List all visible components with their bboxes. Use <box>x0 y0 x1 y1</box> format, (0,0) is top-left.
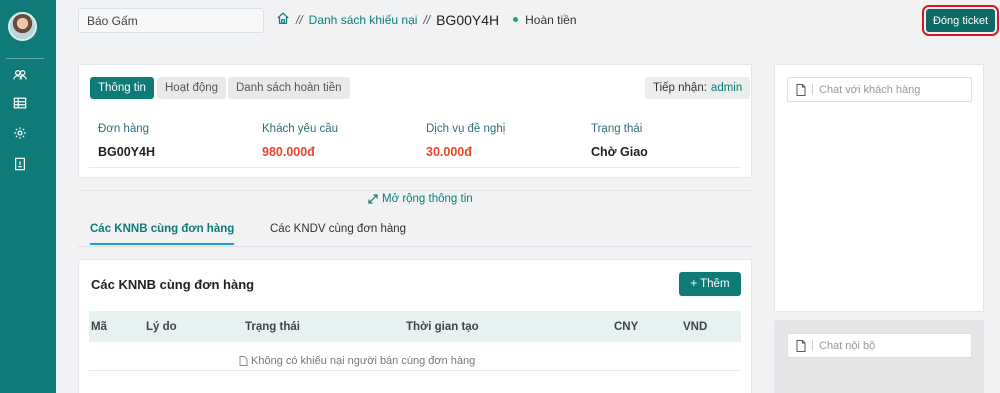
receiver-label: Tiếp nhận: <box>653 82 707 94</box>
input-divider <box>812 340 813 351</box>
home-icon[interactable] <box>276 11 290 28</box>
document-icon[interactable] <box>0 151 40 177</box>
column-header-code[interactable]: Mã <box>91 321 107 333</box>
proposed-service-label: Dịch vụ đề nghị <box>426 123 506 135</box>
input-divider <box>812 84 813 95</box>
divider <box>89 370 741 371</box>
customer-chat-input[interactable]: Chat với khách hàng <box>787 77 972 102</box>
breadcrumb-link-complaints[interactable]: Danh sách khiếu nại <box>309 13 418 27</box>
breadcrumb-separator: // <box>423 12 431 27</box>
breadcrumb: // Danh sách khiếu nại // BG00Y4H Hoàn t… <box>276 11 577 28</box>
users-icon[interactable] <box>0 62 40 88</box>
sub-tabs: Các KNNB cùng đơn hàng Các KNDV cùng đơn… <box>78 223 752 247</box>
internal-chat-placeholder: Chat nội bộ <box>819 339 876 352</box>
internal-chat-panel: Chat nội bộ <box>774 320 984 393</box>
breadcrumb-separator: // <box>296 12 303 27</box>
receiver-badge: Tiếp nhận: admin <box>645 77 751 99</box>
customer-chat-panel: Chat với khách hàng <box>774 64 984 312</box>
order-status-value: Chờ Giao <box>591 145 648 159</box>
close-ticket-button[interactable]: Đóng ticket <box>922 5 999 36</box>
table-icon[interactable] <box>0 90 40 116</box>
tab-knnb-same-order[interactable]: Các KNNB cùng đơn hàng <box>90 223 235 245</box>
gear-icon[interactable] <box>0 120 40 146</box>
search-input[interactable]: Báo Gấm <box>78 8 264 33</box>
table-header: Mã Lý do Trạng thái Thời gian tạo CNY VN… <box>89 311 741 342</box>
divider <box>78 190 752 191</box>
internal-chat-input[interactable]: Chat nội bộ <box>787 333 972 358</box>
file-icon[interactable] <box>796 83 806 96</box>
expand-info-label: Mở rộng thông tin <box>382 193 473 205</box>
tab-kndv-same-order[interactable]: Các KNDV cùng đơn hàng <box>270 223 406 243</box>
knnb-list-card: Các KNNB cùng đơn hàng + Thêm Mã Lý do T… <box>78 259 752 393</box>
tab-info[interactable]: Thông tin <box>90 77 154 99</box>
file-icon[interactable] <box>796 339 806 352</box>
status-dot <box>513 17 519 22</box>
divider <box>89 167 741 168</box>
column-header-vnd[interactable]: VND <box>683 321 707 333</box>
status-text: Hoàn tiền <box>525 12 577 27</box>
order-label: Đơn hàng <box>98 123 150 135</box>
status-badge: Hoàn tiền <box>513 12 577 27</box>
tab-refund-list[interactable]: Danh sách hoàn tiền <box>228 77 350 99</box>
info-card: Thông tin Hoạt động Danh sách hoàn tiền … <box>78 64 752 178</box>
expand-info-link[interactable]: Mở rộng thông tin <box>368 193 473 205</box>
document-icon <box>239 356 248 366</box>
avatar[interactable] <box>8 12 37 41</box>
ticket-code: BG00Y4H <box>436 11 500 28</box>
list-title: Các KNNB cùng đơn hàng <box>91 277 255 292</box>
empty-state-text: Không có khiếu nại người bán cùng đơn hà… <box>251 355 476 367</box>
receiver-name[interactable]: admin <box>711 82 742 94</box>
add-button[interactable]: + Thêm <box>679 272 741 296</box>
proposed-service-value: 30.000đ <box>426 145 472 159</box>
column-header-status[interactable]: Trạng thái <box>245 321 300 333</box>
tab-activity[interactable]: Hoạt động <box>157 77 227 99</box>
order-status-label: Trạng thái <box>591 123 643 135</box>
order-value: BG00Y4H <box>98 145 155 159</box>
proposed-service-field: Dịch vụ đề nghị 30.000đ <box>426 123 505 159</box>
customer-request-value: 980.000đ <box>262 145 315 159</box>
column-header-created-time[interactable]: Thời gian tạo <box>406 321 479 333</box>
customer-request-label: Khách yêu cầu <box>262 123 339 135</box>
customer-request-field: Khách yêu cầu 980.000đ <box>262 123 338 159</box>
sidebar-divider <box>6 58 44 59</box>
expand-icon <box>368 194 378 204</box>
column-header-cny[interactable]: CNY <box>614 321 638 333</box>
order-status-field: Trạng thái Chờ Giao <box>591 123 648 159</box>
customer-chat-placeholder: Chat với khách hàng <box>819 83 921 96</box>
order-field: Đơn hàng BG00Y4H <box>98 123 155 159</box>
sidebar <box>0 0 56 393</box>
empty-state: Không có khiếu nại người bán cùng đơn hà… <box>239 355 475 367</box>
column-header-reason[interactable]: Lý do <box>146 321 177 333</box>
